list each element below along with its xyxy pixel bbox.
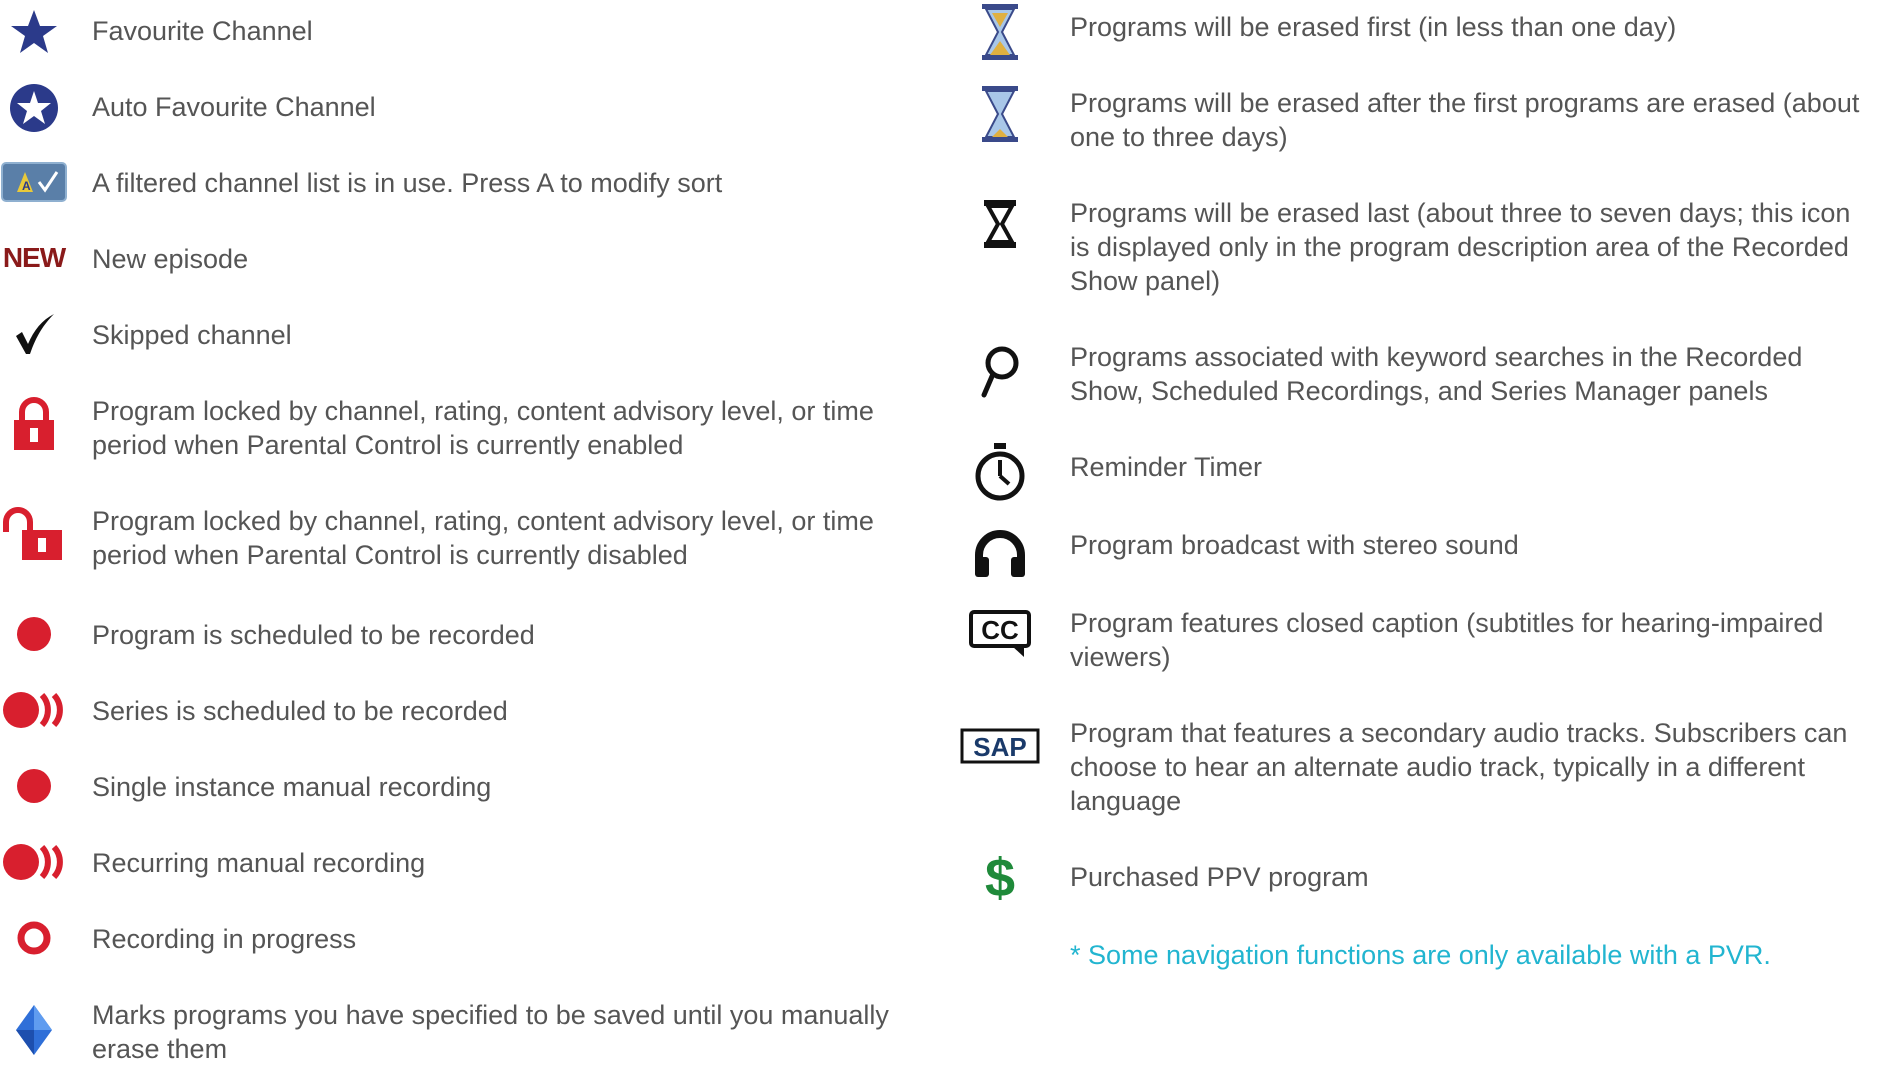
series-record-icon [0, 832, 68, 892]
legend-label: Single instance manual recording [92, 772, 492, 802]
star-icon [0, 2, 68, 62]
headphones-icon [960, 522, 1040, 586]
svg-text:A: A [22, 179, 31, 193]
legend-label: Series is scheduled to be recorded [92, 696, 508, 726]
legend-label: Programs will be erased after the first … [1070, 88, 1860, 152]
timer-icon [960, 440, 1040, 504]
record-dot-icon [0, 604, 68, 664]
legend-label: Marks programs you have specified to be … [92, 1000, 889, 1064]
legend-label: Recurring manual recording [92, 848, 426, 878]
legend-label: Auto Favourite Channel [92, 92, 376, 122]
lock-closed-icon [0, 394, 68, 454]
hourglass-half-icon [960, 82, 1040, 146]
legend-label: Programs will be erased last (about thre… [1070, 198, 1851, 296]
legend-label: Program features closed caption (subtitl… [1070, 608, 1824, 672]
legend-label: Program broadcast with stereo sound [1070, 530, 1519, 560]
footnote-text: * Some navigation functions are only ava… [1070, 940, 1771, 970]
hourglass-full-icon [960, 0, 1040, 64]
legend-label: Purchased PPV program [1070, 862, 1369, 892]
legend-label: Program that features a secondary audio … [1070, 718, 1848, 816]
legend-label: Program locked by channel, rating, conte… [92, 396, 874, 460]
svg-text:SAP: SAP [973, 732, 1026, 762]
legend-label: Program is scheduled to be recorded [92, 620, 535, 650]
legend-label: Programs will be erased first (in less t… [1070, 12, 1677, 42]
legend-label: Program locked by channel, rating, conte… [92, 506, 874, 570]
sap-icon: SAP [960, 714, 1040, 778]
checkmark-icon [0, 304, 68, 364]
svg-text:CC: CC [981, 615, 1019, 645]
legend-label: New episode [92, 244, 249, 274]
legend-label: Favourite Channel [92, 16, 313, 46]
hourglass-empty-icon [960, 192, 1040, 256]
legend-label: A filtered channel list is in use. Press… [92, 168, 723, 198]
recording-ring-icon [0, 908, 68, 968]
auto-favourite-star-icon [0, 78, 68, 138]
record-dot-icon [0, 756, 68, 816]
legend-label: Recording in progress [92, 924, 357, 954]
cc-icon: CC [960, 602, 1040, 666]
new-episode-icon: NEW [2, 242, 66, 273]
dollar-icon: $ [984, 848, 1016, 908]
legend-label: Skipped channel [92, 320, 292, 350]
lock-open-icon [0, 504, 68, 564]
series-record-icon [0, 680, 68, 740]
legend-label: Programs associated with keyword searche… [1070, 342, 1803, 406]
diamond-icon [0, 1000, 68, 1060]
filter-list-icon: A [0, 152, 68, 212]
legend-label: Reminder Timer [1070, 452, 1263, 482]
search-icon [960, 340, 1040, 404]
